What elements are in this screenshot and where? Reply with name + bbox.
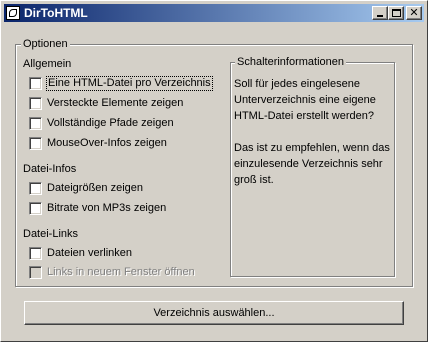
checkbox-box (29, 266, 42, 279)
checkbox-label: Eine HTML-Datei pro Verzeichnis (46, 76, 213, 91)
checkbox-mouseover-infos[interactable]: MouseOver-Infos zeigen (29, 137, 167, 150)
select-directory-button[interactable]: Verzeichnis auswählen... (24, 301, 404, 325)
checkbox-box[interactable] (29, 77, 42, 90)
info-legend: Schalterinformationen (235, 56, 347, 69)
title-bar[interactable]: DirToHTML ✕ (4, 4, 424, 22)
checkbox-box[interactable] (29, 247, 42, 260)
app-window: DirToHTML ✕ Optionen Allgemein Eine HTML… (0, 0, 428, 342)
checkbox-link-files[interactable]: Dateien verlinken (29, 247, 132, 260)
checkbox-mp3-bitrate[interactable]: Bitrate von MP3s zeigen (29, 202, 166, 215)
checkbox-box[interactable] (29, 97, 42, 110)
maximize-button[interactable] (388, 6, 404, 20)
title-bar-buttons: ✕ (372, 6, 422, 20)
checkbox-show-hidden[interactable]: Versteckte Elemente zeigen (29, 97, 183, 110)
close-button[interactable]: ✕ (406, 6, 422, 20)
checkbox-file-sizes[interactable]: Dateigrößen zeigen (29, 182, 143, 195)
section-label-allgemein: Allgemein (23, 58, 72, 70)
section-label-datei-infos: Datei-Infos (23, 163, 77, 175)
checkbox-open-new-window: Links in neuem Fenster öffnen (29, 266, 195, 279)
checkbox-box[interactable] (29, 182, 42, 195)
checkbox-full-paths[interactable]: Vollständige Pfade zeigen (29, 117, 174, 130)
checkbox-box[interactable] (29, 202, 42, 215)
checkbox-label: Dateigrößen zeigen (47, 182, 144, 194)
options-legend: Optionen (21, 38, 70, 51)
minimize-button[interactable] (372, 6, 388, 20)
checkbox-box[interactable] (29, 137, 42, 150)
checkbox-label: Bitrate von MP3s zeigen (47, 202, 167, 214)
checkbox-html-per-directory[interactable]: Eine HTML-Datei pro Verzeichnis (29, 76, 213, 91)
window-title: DirToHTML (24, 6, 88, 20)
section-label-datei-links: Datei-Links (23, 228, 79, 240)
checkbox-label: Links in neuem Fenster öffnen (47, 266, 195, 278)
maximize-icon (392, 9, 401, 17)
app-icon[interactable] (6, 6, 20, 20)
checkbox-label: Vollständige Pfade zeigen (47, 117, 174, 129)
checkbox-label: Dateien verlinken (47, 247, 132, 259)
close-icon: ✕ (409, 6, 419, 19)
info-description: Soll für jedes eingelesene Unterverzeich… (234, 78, 390, 186)
checkbox-label: MouseOver-Infos zeigen (47, 137, 167, 149)
minimize-icon (377, 15, 383, 17)
checkbox-box[interactable] (29, 117, 42, 130)
checkbox-label: Versteckte Elemente zeigen (47, 97, 184, 109)
